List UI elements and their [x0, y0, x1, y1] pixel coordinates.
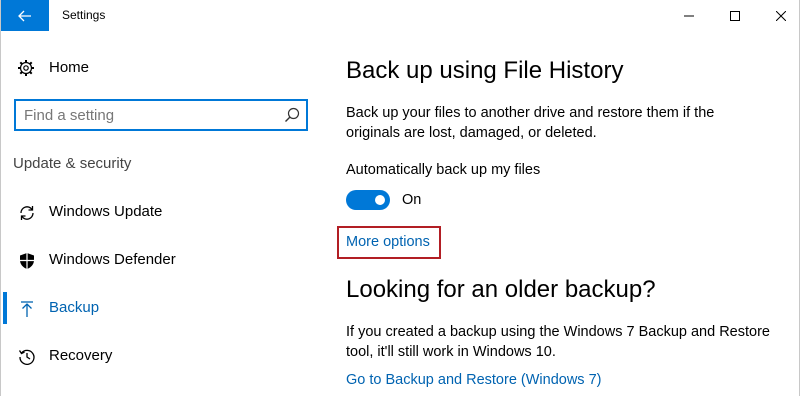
- page-description: Back up your files to another drive and …: [346, 105, 715, 141]
- sidebar-item-label: Home: [49, 59, 90, 76]
- gear-icon: [18, 60, 34, 76]
- minimize-button[interactable]: [666, 0, 712, 31]
- search-input[interactable]: [24, 105, 274, 125]
- sidebar: Home Update & security Windows Update: [1, 31, 331, 396]
- search-icon[interactable]: [284, 107, 300, 123]
- toggle-state-label: On: [402, 192, 422, 208]
- sidebar-item-label: Windows Defender: [49, 251, 176, 268]
- more-options-highlight: More options: [337, 226, 441, 259]
- sidebar-item-label: Recovery: [49, 347, 113, 364]
- maximize-button[interactable]: [712, 0, 758, 31]
- window-title: Settings: [62, 8, 106, 22]
- section-heading: Update & security: [13, 155, 132, 172]
- auto-backup-toggle[interactable]: [346, 190, 390, 210]
- search-box[interactable]: [14, 99, 308, 131]
- back-arrow-icon: [18, 10, 31, 21]
- history-icon: [18, 349, 35, 365]
- sidebar-item-home[interactable]: Home: [1, 51, 331, 85]
- sidebar-item-windows-defender[interactable]: Windows Defender: [1, 240, 331, 280]
- sidebar-item-windows-update[interactable]: Windows Update: [1, 192, 331, 232]
- sidebar-item-recovery[interactable]: Recovery: [1, 336, 331, 376]
- title-bar: Settings: [1, 0, 799, 31]
- sidebar-item-label: Backup: [49, 299, 100, 316]
- settings-window: Settings Home Find a setting Update & se…: [0, 0, 800, 396]
- sidebar-item-label: Windows Update: [49, 203, 163, 220]
- back-button[interactable]: [1, 0, 49, 31]
- close-button[interactable]: [758, 0, 800, 31]
- upload-arrow-icon: [21, 301, 33, 317]
- shield-icon: [20, 253, 34, 269]
- more-options-link[interactable]: More options: [346, 234, 430, 250]
- refresh-icon: [20, 206, 34, 220]
- backup-restore-link[interactable]: Go to Backup and Restore (Windows 7): [346, 372, 601, 388]
- maximize-icon: [730, 10, 740, 21]
- main-content: Back up using File History Back up your …: [331, 31, 799, 396]
- sidebar-item-backup[interactable]: Backup: [1, 288, 331, 328]
- close-icon: [776, 10, 786, 21]
- auto-backup-label: Automatically back up my files: [346, 162, 541, 178]
- older-backup-heading: Looking for an older backup?: [346, 276, 656, 303]
- minimize-icon: [684, 15, 694, 16]
- older-backup-description: If you created a backup using the Window…: [346, 324, 770, 360]
- page-title: Back up using File History: [346, 57, 624, 84]
- toggle-knob: [375, 195, 385, 205]
- active-indicator: [3, 292, 7, 324]
